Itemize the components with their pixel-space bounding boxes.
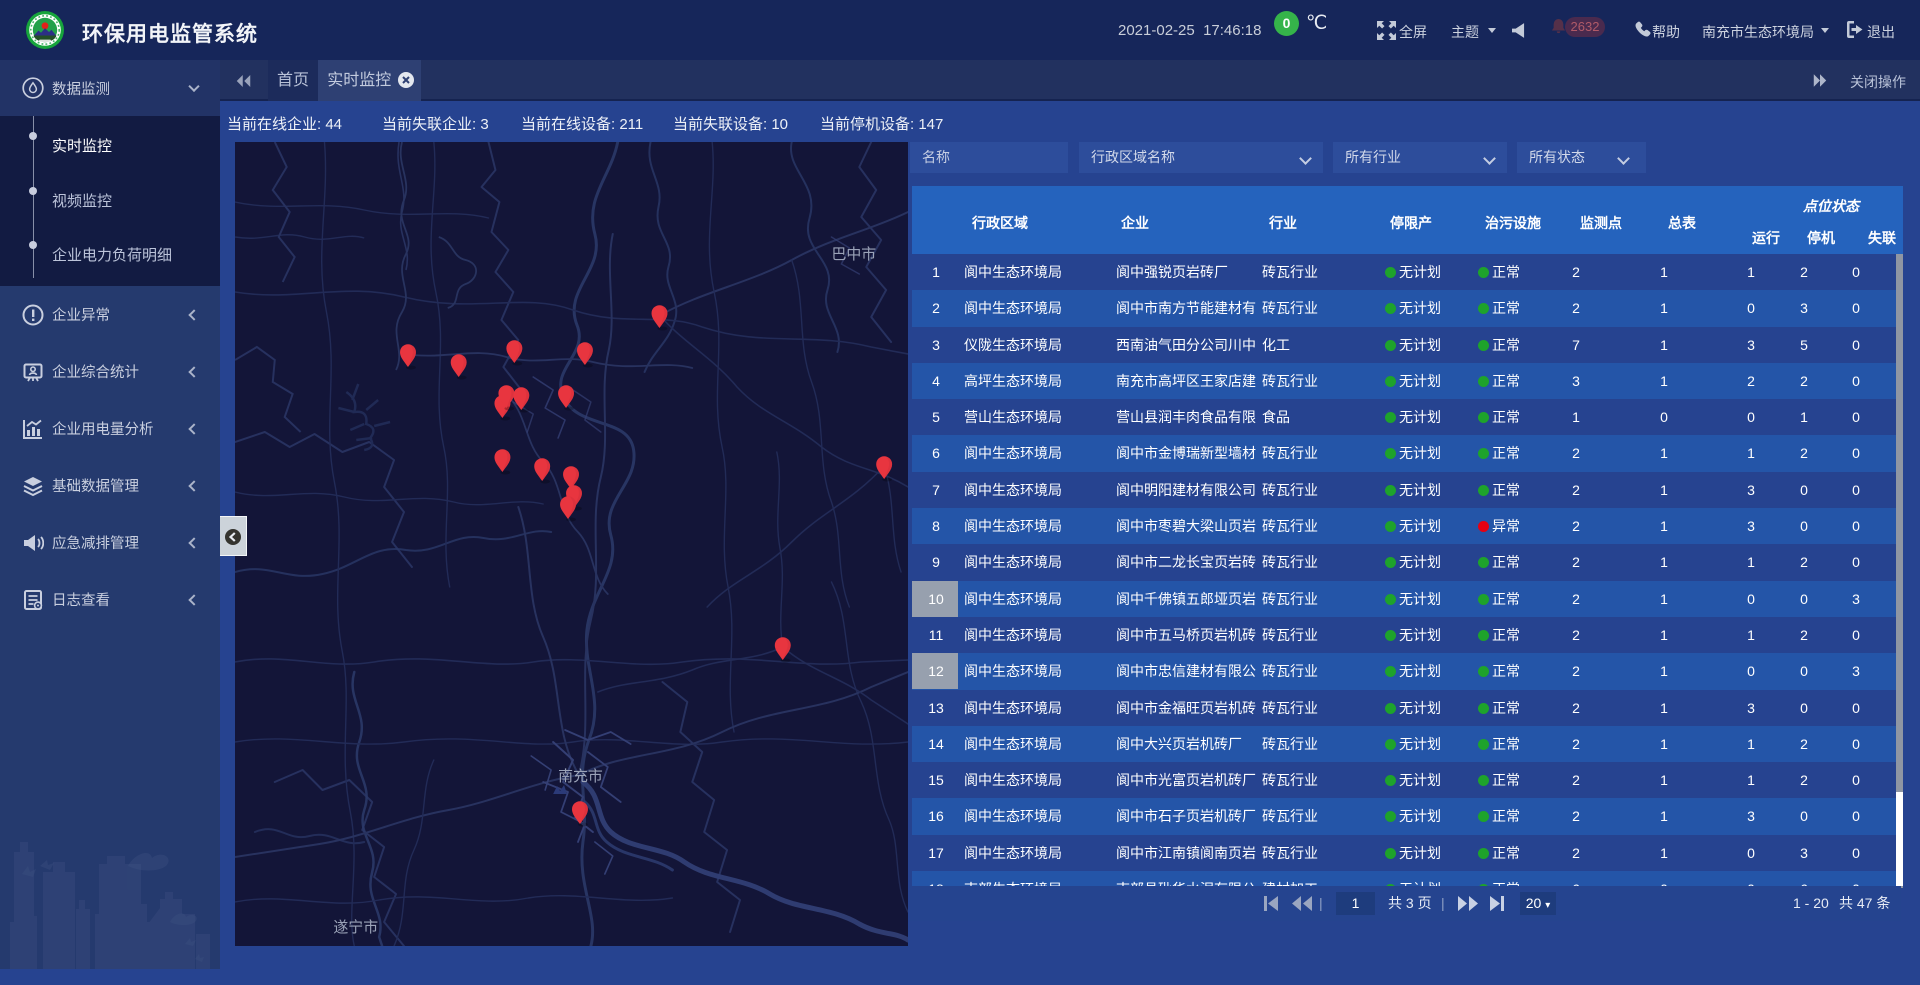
- svg-text:巴中市: 巴中市: [831, 246, 876, 263]
- svg-text:南充市: 南充市: [558, 768, 603, 785]
- svg-text:遂宁市: 遂宁市: [333, 919, 378, 936]
